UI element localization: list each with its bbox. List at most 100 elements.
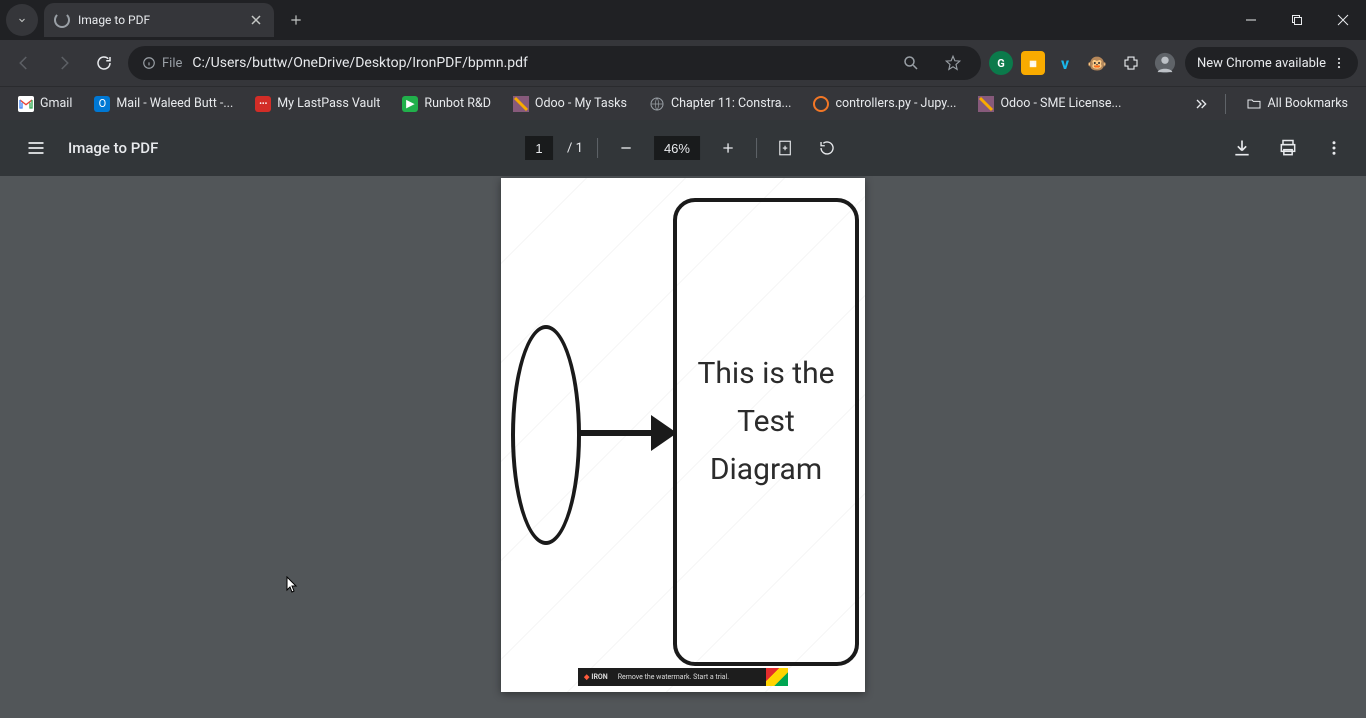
pdf-zoom-input[interactable] bbox=[654, 136, 700, 160]
chrome-update-chip[interactable]: New Chrome available bbox=[1185, 47, 1358, 79]
pdf-page: This is the Test Diagram ◆ IRON Remove t… bbox=[501, 178, 865, 692]
browser-toolbar: File C:/Users/buttw/OneDrive/Desktop/Iro… bbox=[0, 40, 1366, 86]
plus-icon bbox=[720, 140, 736, 156]
new-tab-button[interactable] bbox=[282, 6, 310, 34]
nav-reload-button[interactable] bbox=[88, 47, 120, 79]
pdf-fit-page-button[interactable] bbox=[771, 134, 799, 162]
bookmark-jupyter[interactable]: controllers.py - Jupy... bbox=[803, 92, 966, 116]
pdf-viewport[interactable]: This is the Test Diagram ◆ IRON Remove t… bbox=[0, 176, 1366, 718]
pdf-sidebar-toggle[interactable] bbox=[18, 130, 54, 166]
pdf-rotate-button[interactable] bbox=[813, 134, 841, 162]
tab-close-button[interactable] bbox=[248, 12, 264, 28]
bookmark-odoo-tasks[interactable]: Odoo - My Tasks bbox=[503, 92, 637, 116]
runbot-icon: ▶ bbox=[402, 96, 418, 112]
double-chevron-right-icon bbox=[1193, 96, 1209, 112]
trial-message: Remove the watermark. Start a trial. bbox=[614, 673, 766, 681]
bookmark-label: controllers.py - Jupy... bbox=[835, 96, 956, 111]
bookmark-label: Odoo - My Tasks bbox=[535, 96, 627, 111]
pdf-more-button[interactable] bbox=[1320, 134, 1348, 162]
loading-spinner-icon bbox=[54, 12, 70, 28]
bookmark-label: Odoo - SME License... bbox=[1000, 96, 1121, 111]
pdf-total-pages-value: 1 bbox=[576, 141, 583, 156]
divider bbox=[1225, 94, 1226, 114]
mouse-cursor-icon bbox=[286, 576, 298, 594]
bookmark-gmail[interactable]: Gmail bbox=[8, 92, 82, 116]
pdf-page-input[interactable] bbox=[525, 136, 553, 160]
bookmarks-bar: Gmail O Mail - Waleed Butt -... ••• My L… bbox=[0, 86, 1366, 120]
info-icon bbox=[142, 56, 156, 70]
plus-icon bbox=[289, 13, 303, 27]
close-icon bbox=[251, 15, 261, 25]
bookmark-label: Runbot R&D bbox=[424, 96, 491, 111]
bookmark-label: My LastPass Vault bbox=[277, 96, 380, 111]
ironpdf-logo: ◆ IRON bbox=[578, 673, 614, 681]
bookmark-odoo-sme[interactable]: Odoo - SME License... bbox=[968, 92, 1131, 116]
kebab-icon bbox=[1325, 139, 1343, 157]
reload-icon bbox=[95, 54, 113, 72]
hamburger-icon bbox=[26, 138, 46, 158]
bookmark-outlook[interactable]: O Mail - Waleed Butt -... bbox=[84, 92, 243, 116]
pdf-toolbar-right bbox=[1228, 134, 1348, 162]
bookmarks-overflow-button[interactable] bbox=[1187, 90, 1215, 118]
nav-back-button[interactable] bbox=[8, 47, 40, 79]
pdf-download-button[interactable] bbox=[1228, 134, 1256, 162]
zoom-indicator-button[interactable] bbox=[897, 49, 925, 77]
divider bbox=[597, 138, 598, 158]
globe-icon bbox=[649, 96, 665, 112]
avatar-icon bbox=[1154, 52, 1176, 74]
bookmark-label: Chapter 11: Constra... bbox=[671, 96, 791, 111]
pdf-page-total: / 1 bbox=[567, 141, 583, 156]
bookmark-star-button[interactable] bbox=[939, 49, 967, 77]
download-icon bbox=[1232, 138, 1252, 158]
pdf-toolbar: Image to PDF / 1 bbox=[0, 120, 1366, 176]
print-icon bbox=[1278, 138, 1298, 158]
maximize-icon bbox=[1291, 14, 1303, 26]
pdf-zoom-out-button[interactable] bbox=[612, 134, 640, 162]
extension-monkey-icon[interactable]: 🐵 bbox=[1085, 51, 1109, 75]
star-icon bbox=[944, 54, 962, 72]
close-icon bbox=[1337, 14, 1349, 26]
site-info-button[interactable]: File bbox=[142, 56, 182, 71]
pdf-document-title: Image to PDF bbox=[68, 139, 158, 157]
nav-forward-button[interactable] bbox=[48, 47, 80, 79]
extension-grammarly-icon[interactable]: G bbox=[989, 51, 1013, 75]
bookmark-label: Mail - Waleed Butt -... bbox=[116, 96, 233, 111]
bookmark-runbot[interactable]: ▶ Runbot R&D bbox=[392, 92, 501, 116]
ironpdf-brand-text: IRON bbox=[591, 673, 607, 681]
arrow-right-icon bbox=[55, 54, 73, 72]
lastpass-icon: ••• bbox=[255, 96, 271, 112]
trial-swatch-icon bbox=[766, 668, 788, 686]
odoo-icon bbox=[978, 96, 994, 112]
arrow-left-icon bbox=[15, 54, 33, 72]
minimize-icon bbox=[1245, 14, 1257, 26]
odoo-icon bbox=[513, 96, 529, 112]
chevron-down-icon bbox=[16, 14, 28, 26]
tab-search-dropdown[interactable] bbox=[6, 4, 38, 36]
extensions-puzzle-button[interactable] bbox=[1117, 49, 1145, 77]
extension-vimeo-icon[interactable]: v bbox=[1053, 51, 1077, 75]
address-bar[interactable]: File C:/Users/buttw/OneDrive/Desktop/Iro… bbox=[128, 46, 981, 80]
tab-title: Image to PDF bbox=[78, 13, 248, 27]
minus-icon bbox=[618, 140, 634, 156]
pdf-zoom-in-button[interactable] bbox=[714, 134, 742, 162]
extension-keep-icon[interactable]: ▦ bbox=[1021, 51, 1045, 75]
bpmn-start-event bbox=[511, 325, 581, 545]
bookmark-chapter11[interactable]: Chapter 11: Constra... bbox=[639, 92, 801, 116]
fit-page-icon bbox=[776, 139, 794, 157]
rotate-icon bbox=[818, 139, 836, 157]
window-minimize-button[interactable] bbox=[1228, 0, 1274, 40]
browser-tab-active[interactable]: Image to PDF bbox=[44, 3, 274, 37]
outlook-icon: O bbox=[94, 96, 110, 112]
pdf-print-button[interactable] bbox=[1274, 134, 1302, 162]
all-bookmarks-button[interactable]: All Bookmarks bbox=[1236, 92, 1359, 116]
url-text: C:/Users/buttw/OneDrive/Desktop/IronPDF/… bbox=[192, 55, 528, 71]
gmail-icon bbox=[18, 96, 34, 112]
bookmark-lastpass[interactable]: ••• My LastPass Vault bbox=[245, 92, 390, 116]
window-maximize-button[interactable] bbox=[1274, 0, 1320, 40]
bpmn-task-label: This is the Test Diagram bbox=[677, 350, 855, 494]
window-controls bbox=[1228, 0, 1366, 40]
bpmn-sequence-flow bbox=[577, 430, 655, 436]
window-close-button[interactable] bbox=[1320, 0, 1366, 40]
bookmark-label: Gmail bbox=[40, 96, 72, 111]
profile-avatar[interactable] bbox=[1153, 51, 1177, 75]
